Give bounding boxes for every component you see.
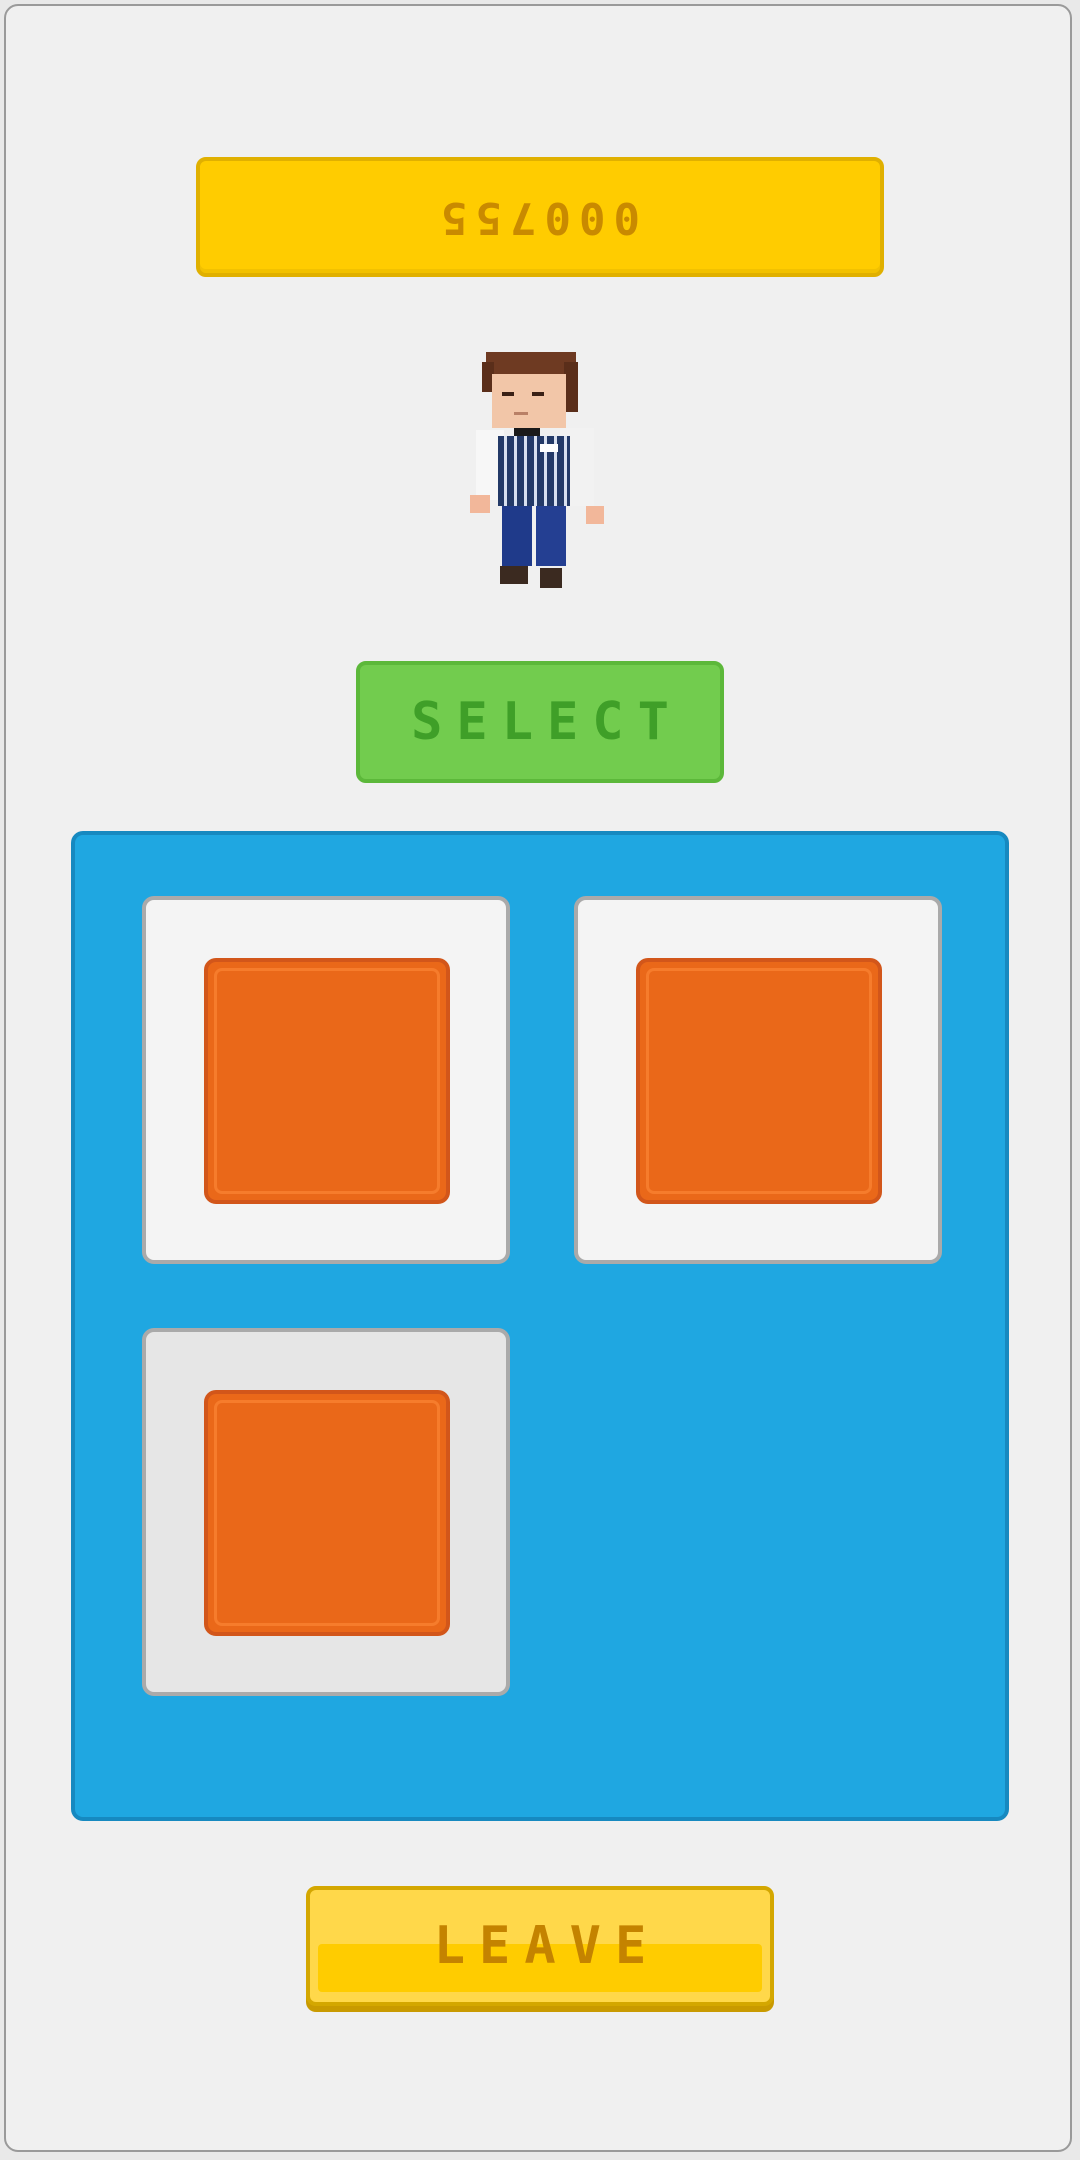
- score-display: 000755: [196, 157, 884, 277]
- character-slot-2[interactable]: [574, 896, 942, 1264]
- character-selection-panel: [71, 831, 1009, 1821]
- character-slot-3[interactable]: [142, 1328, 510, 1696]
- score-value: 000755: [432, 191, 640, 243]
- leave-button-label: LEAVE: [433, 1916, 661, 1976]
- orange-tile: [636, 958, 882, 1204]
- select-button[interactable]: SELECT: [356, 661, 724, 783]
- character-slot-1[interactable]: [142, 896, 510, 1264]
- leave-button[interactable]: LEAVE: [306, 1886, 774, 2006]
- waiter-character: [470, 352, 604, 588]
- orange-tile: [204, 1390, 450, 1636]
- orange-tile: [204, 958, 450, 1204]
